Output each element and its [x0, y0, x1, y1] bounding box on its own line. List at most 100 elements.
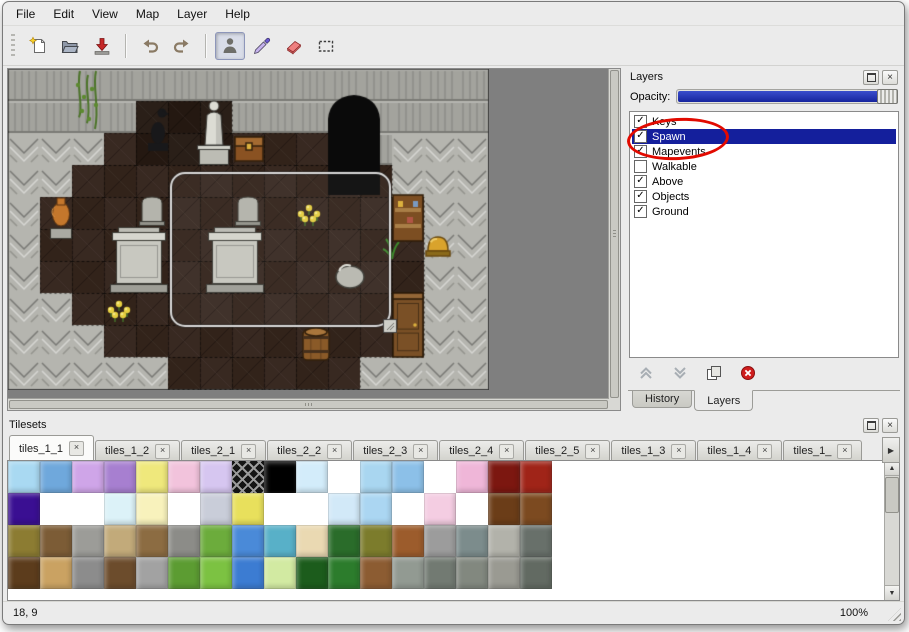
palette-tile[interactable] [456, 557, 488, 589]
scroll-down-button[interactable]: ▼ [885, 585, 899, 600]
layer-checkbox[interactable]: ✓ [634, 205, 647, 218]
palette-tile[interactable] [392, 525, 424, 557]
palette-tile[interactable] [136, 557, 168, 589]
menu-edit[interactable]: Edit [44, 5, 83, 23]
close-tab-icon[interactable]: × [757, 444, 772, 459]
undo-button[interactable] [135, 32, 165, 60]
palette-tile[interactable] [232, 461, 264, 493]
palette-tile[interactable] [8, 525, 40, 557]
palette-tile[interactable] [72, 461, 104, 493]
palette-tile[interactable] [104, 557, 136, 589]
palette-tile[interactable] [232, 493, 264, 525]
duplicate-layer-button[interactable] [702, 364, 726, 386]
tab-scroll-right-button[interactable]: ▶ [882, 437, 900, 463]
palette-tile[interactable] [328, 461, 360, 493]
palette-tile[interactable] [264, 493, 296, 525]
layer-checkbox[interactable]: ✓ [634, 175, 647, 188]
palette-tile[interactable] [232, 557, 264, 589]
delete-layer-button[interactable] [736, 364, 760, 386]
redo-button[interactable] [167, 32, 197, 60]
palette-tile[interactable] [488, 461, 520, 493]
palette-tile[interactable] [360, 557, 392, 589]
palette-tile[interactable] [424, 493, 456, 525]
palette-tile[interactable] [360, 525, 392, 557]
dock-splitter[interactable] [621, 68, 628, 411]
palette-tile[interactable] [104, 525, 136, 557]
menu-layer[interactable]: Layer [168, 5, 216, 23]
resize-grip[interactable] [888, 608, 901, 621]
layer-checkbox[interactable]: ✓ [634, 130, 647, 143]
palette-tile[interactable] [136, 525, 168, 557]
close-tab-icon[interactable]: × [671, 444, 686, 459]
tileset-tab-tiles_1_4[interactable]: tiles_1_4× [697, 440, 782, 460]
palette-tile[interactable] [168, 557, 200, 589]
palette-tile[interactable] [40, 525, 72, 557]
palette-tile[interactable] [104, 461, 136, 493]
layer-row-mapevents[interactable]: ✓Mapevents [632, 144, 896, 159]
palette-tile[interactable] [296, 493, 328, 525]
palette-tile[interactable] [40, 493, 72, 525]
palette-tile[interactable] [360, 461, 392, 493]
close-tab-icon[interactable]: × [155, 444, 170, 459]
palette-tile[interactable] [72, 557, 104, 589]
palette-tile[interactable] [168, 525, 200, 557]
brush-tool-button[interactable] [247, 32, 277, 60]
map-vscroll-thumb[interactable] [610, 70, 619, 398]
tileset-scrollbar[interactable]: ▲ ▼ [884, 461, 899, 600]
palette-tile[interactable] [264, 525, 296, 557]
palette-tile[interactable] [232, 525, 264, 557]
layer-row-keys[interactable]: ✓Keys [632, 114, 896, 129]
palette-tile[interactable] [72, 525, 104, 557]
menu-view[interactable]: View [83, 5, 127, 23]
tilesets-float-button[interactable] [863, 418, 879, 433]
tilesets-close-button[interactable]: × [882, 418, 898, 433]
palette-tile[interactable] [424, 557, 456, 589]
layer-row-objects[interactable]: ✓Objects [632, 189, 896, 204]
close-tab-icon[interactable]: × [413, 444, 428, 459]
palette-tile[interactable] [168, 493, 200, 525]
scroll-thumb[interactable] [885, 477, 899, 513]
palette-tile[interactable] [296, 557, 328, 589]
tileset-tab-tiles_1_1[interactable]: tiles_1_1× [9, 435, 94, 460]
stamp-tool-button[interactable] [215, 32, 245, 60]
menu-help[interactable]: Help [216, 5, 259, 23]
palette-tile[interactable] [392, 461, 424, 493]
toolbar-grip[interactable] [11, 34, 15, 58]
tileset-tab-tiles_2_4[interactable]: tiles_2_4× [439, 440, 524, 460]
palette-tile[interactable] [136, 461, 168, 493]
palette-tile[interactable] [392, 493, 424, 525]
opacity-slider-handle[interactable] [877, 89, 898, 104]
palette-tile[interactable] [520, 525, 552, 557]
map-vscrollbar[interactable] [608, 69, 620, 399]
palette-tile[interactable] [200, 461, 232, 493]
palette-tile[interactable] [296, 461, 328, 493]
palette-tile[interactable] [40, 557, 72, 589]
layer-checkbox[interactable]: ✓ [634, 190, 647, 203]
layer-row-above[interactable]: ✓Above [632, 174, 896, 189]
new-document-button[interactable] [23, 32, 53, 60]
layer-row-walkable[interactable]: Walkable [632, 159, 896, 174]
tileset-tab-tiles_2_5[interactable]: tiles_2_5× [525, 440, 610, 460]
dock-tab-layers[interactable]: Layers [694, 390, 753, 411]
layer-checkbox[interactable] [634, 160, 647, 173]
palette-tile[interactable] [424, 525, 456, 557]
palette-tile[interactable] [200, 493, 232, 525]
layers-float-button[interactable] [863, 70, 879, 85]
close-tab-icon[interactable]: × [837, 444, 852, 459]
palette-tile[interactable] [296, 525, 328, 557]
palette-tile[interactable] [136, 493, 168, 525]
palette-tile[interactable] [328, 557, 360, 589]
palette-tile[interactable] [200, 525, 232, 557]
layer-checkbox[interactable]: ✓ [634, 145, 647, 158]
palette-tile[interactable] [488, 557, 520, 589]
scroll-up-button[interactable]: ▲ [885, 461, 899, 476]
palette-tile[interactable] [72, 493, 104, 525]
palette-tile[interactable] [328, 525, 360, 557]
palette-tile[interactable] [520, 557, 552, 589]
palette-tile[interactable] [104, 493, 136, 525]
eraser-tool-button[interactable] [279, 32, 309, 60]
layers-close-button[interactable]: × [882, 70, 898, 85]
lower-layer-button[interactable] [668, 364, 692, 386]
palette-tile[interactable] [360, 493, 392, 525]
palette-tile[interactable] [520, 493, 552, 525]
